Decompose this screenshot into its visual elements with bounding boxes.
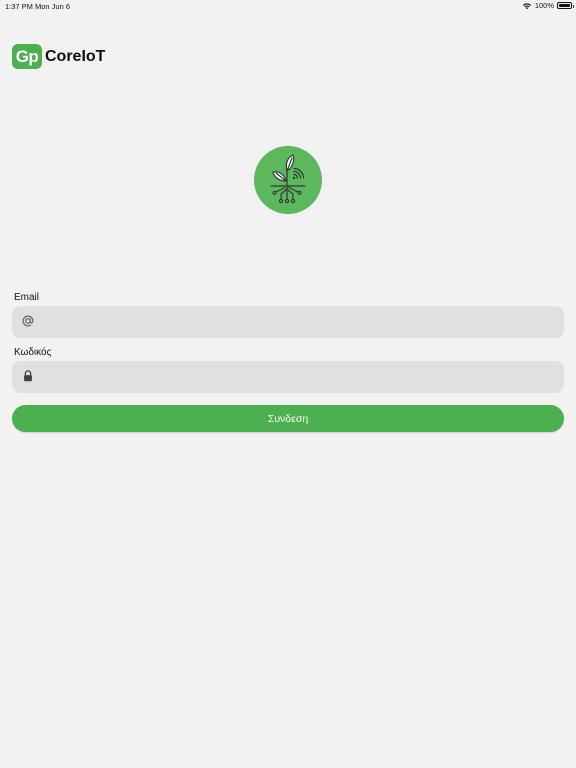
password-input[interactable] — [46, 361, 554, 395]
email-input[interactable] — [46, 306, 554, 340]
plant-iot-graphic — [270, 154, 306, 204]
plant-iot-icon — [254, 146, 322, 214]
wifi-icon — [522, 2, 531, 9]
brand-name: CoreIoT — [45, 47, 106, 65]
status-time: 1:37 PM — [5, 2, 33, 11]
status-date: Mon Jun 6 — [35, 2, 71, 11]
lock-icon — [24, 370, 32, 382]
brand-logo: Gp — [12, 44, 42, 69]
email-label: Email — [14, 292, 40, 303]
password-field[interactable] — [12, 361, 564, 395]
login-button[interactable]: Συνδεση — [12, 405, 564, 432]
status-right: 100% — [522, 1, 574, 10]
brand-header: Gp CoreIoT — [12, 44, 105, 69]
status-bar: 1:37 PM Mon Jun 6 100% — [0, 0, 576, 12]
password-label: Κωδικός — [14, 347, 52, 358]
email-field[interactable] — [12, 306, 564, 340]
at-icon — [22, 315, 34, 327]
battery-icon — [557, 2, 574, 9]
battery-percent: 100% — [534, 1, 554, 10]
